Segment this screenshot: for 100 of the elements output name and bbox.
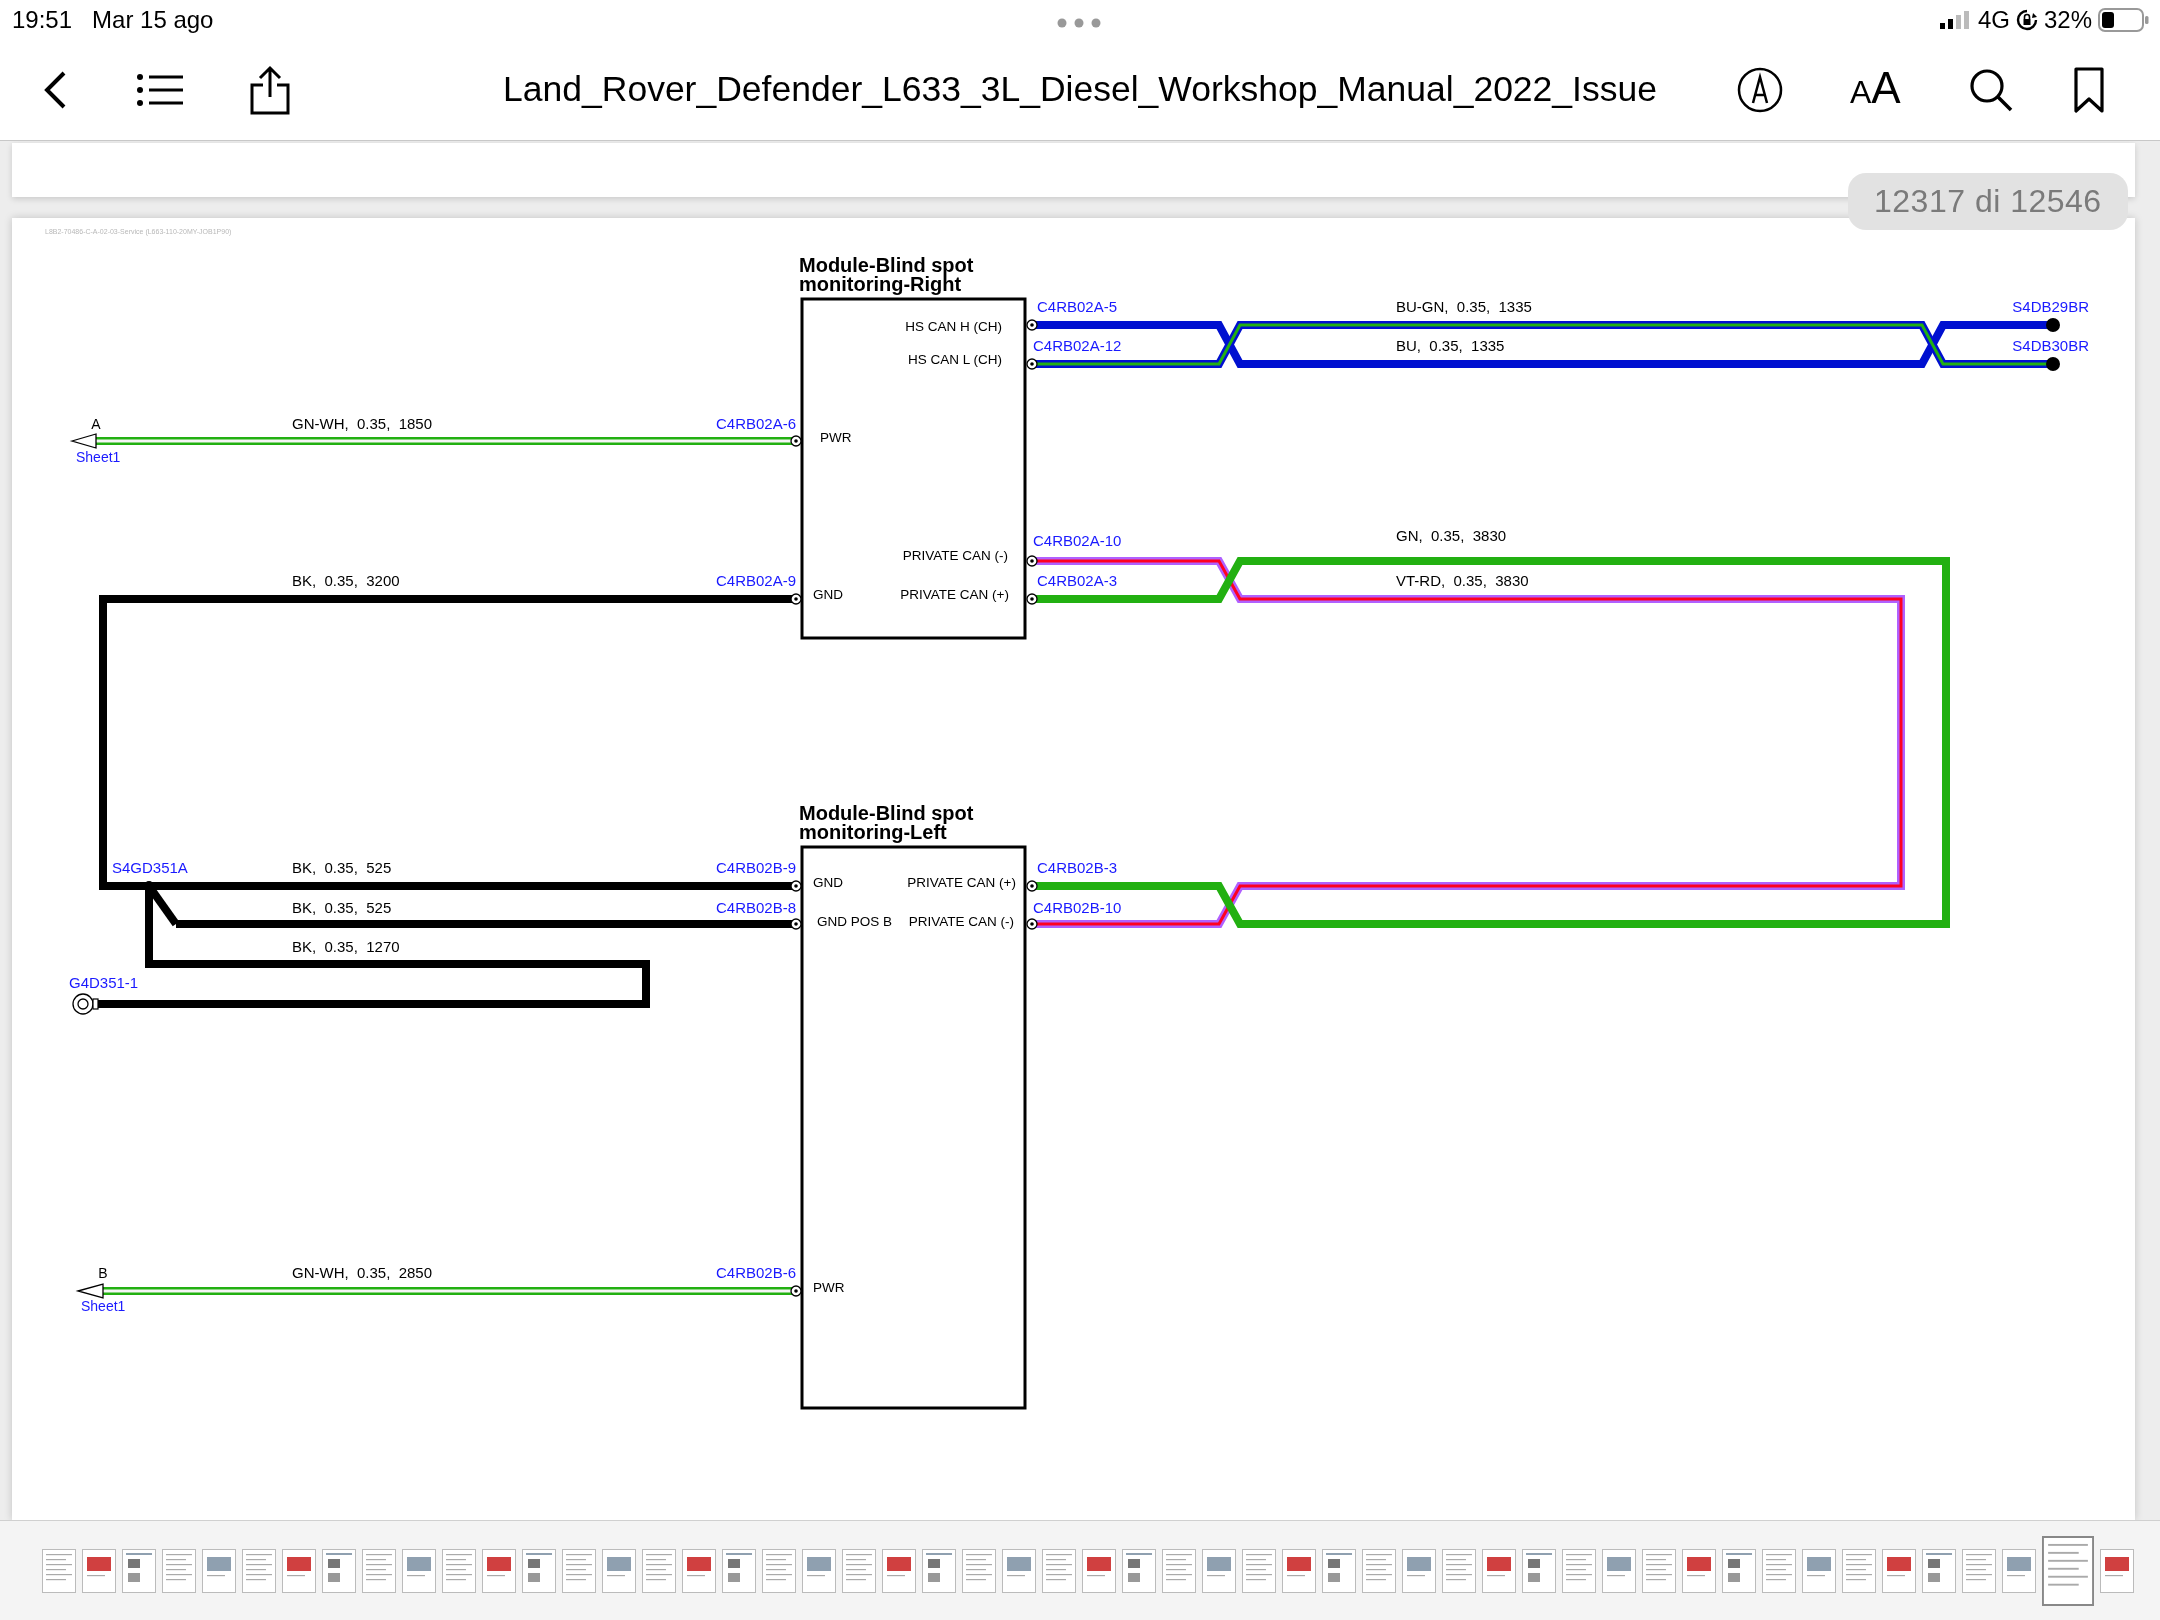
text-size-button[interactable]: AA [1848, 62, 1903, 115]
off-page-letter: A [91, 416, 101, 432]
page-thumbnail[interactable] [1282, 1548, 1316, 1593]
battery-percent: 32% [2043, 6, 2092, 34]
connector-terminal [790, 1285, 802, 1297]
off-page-letter: B [98, 1265, 108, 1281]
module-title: Module-Blind spot monitoring-Right [799, 256, 975, 294]
splice-label[interactable]: S4DB30BR [2012, 337, 2089, 354]
page-thumbnail[interactable] [1722, 1548, 1756, 1593]
page-thumbnail[interactable] [1442, 1548, 1476, 1593]
splice-label[interactable]: S4DB29BR [2012, 298, 2089, 315]
page-thumbnail[interactable] [1322, 1548, 1356, 1593]
page-thumbnail[interactable] [522, 1548, 556, 1593]
page-thumbnail[interactable] [2042, 1535, 2094, 1606]
connector-label[interactable]: C4RB02A-10 [1033, 532, 1122, 549]
page-thumbnail[interactable] [162, 1548, 196, 1593]
page-thumbnail[interactable] [1562, 1548, 1596, 1593]
page-thumbnail[interactable] [562, 1548, 596, 1593]
share-icon[interactable] [249, 65, 291, 115]
wire-label: BK, 0.35, 525 [292, 859, 392, 876]
connector-label[interactable]: C4RB02A-6 [715, 415, 796, 432]
page-thumbnail[interactable] [362, 1548, 396, 1593]
connector-label[interactable]: C4RB02B-9 [715, 859, 796, 876]
page-thumbnail[interactable] [1002, 1548, 1036, 1593]
page-thumbnail[interactable] [1762, 1548, 1796, 1593]
page-thumbnail[interactable] [1042, 1548, 1076, 1593]
page-thumbnail[interactable] [882, 1548, 916, 1593]
page-thumbnail[interactable] [2002, 1548, 2036, 1593]
page-thumbnail[interactable] [1362, 1548, 1396, 1593]
page-thumbnail[interactable] [1122, 1548, 1156, 1593]
page-thumbnail[interactable] [1402, 1548, 1436, 1593]
back-icon[interactable] [42, 70, 68, 110]
page-thumbnail[interactable] [1842, 1548, 1876, 1593]
connector-terminal [1026, 555, 1038, 567]
connector-label[interactable]: C4RB02B-10 [1033, 899, 1122, 916]
page-thumbnail[interactable] [122, 1548, 156, 1593]
page-thumbnail[interactable] [1202, 1548, 1236, 1593]
pin-label: HS CAN H (CH) [905, 319, 1002, 334]
page-thumbnail[interactable] [682, 1548, 716, 1593]
splice-label[interactable]: S4GD351A [112, 859, 188, 876]
page-thumbnail[interactable] [242, 1548, 276, 1593]
page-thumbnail[interactable] [1522, 1548, 1556, 1593]
bookmark-icon[interactable] [2073, 66, 2105, 114]
page-thumbnail[interactable] [322, 1548, 356, 1593]
page-thumbnail[interactable] [82, 1548, 116, 1593]
pin-label: PRIVATE CAN (+) [907, 875, 1016, 890]
connector-label[interactable]: C4RB02B-8 [715, 899, 796, 916]
page-thumbnail[interactable] [762, 1548, 796, 1593]
connector-label[interactable]: C4RB02B-6 [715, 1264, 796, 1281]
page-thumbnail[interactable] [722, 1548, 756, 1593]
connector-label[interactable]: C4RB02A-5 [1037, 298, 1118, 315]
wire-label: GN-WH, 0.35, 1850 [292, 415, 433, 432]
page-thumbnail[interactable] [1602, 1548, 1636, 1593]
page-thumbnail[interactable] [42, 1548, 76, 1593]
pin-label: PWR [813, 1280, 845, 1295]
page-counter: 12317 di 12546 [1848, 173, 2128, 230]
list-icon[interactable] [137, 74, 183, 106]
page-thumbnail[interactable] [1482, 1548, 1516, 1593]
connector-label[interactable]: C4RB02A-3 [1037, 572, 1118, 589]
pen-icon[interactable] [1737, 67, 1783, 113]
page-thumbnail[interactable] [602, 1548, 636, 1593]
page-thumbnail[interactable] [1642, 1548, 1676, 1593]
page-thumbnail[interactable] [1682, 1548, 1716, 1593]
page-thumbnail[interactable] [482, 1548, 516, 1593]
sheet-link[interactable]: Sheet1 [81, 1298, 126, 1314]
page-thumbnail[interactable] [922, 1548, 956, 1593]
off-page-arrow [69, 433, 97, 449]
signal-icon [1939, 11, 1972, 29]
connector-label[interactable]: C4RB02A-12 [1033, 337, 1122, 354]
page-thumbnail[interactable] [1162, 1548, 1196, 1593]
page-thumbnail[interactable] [442, 1548, 476, 1593]
page-thumbnail[interactable] [1242, 1548, 1276, 1593]
module-title: Module-Blind spot monitoring-Left [799, 804, 975, 842]
page-thumbnail[interactable] [202, 1548, 236, 1593]
page-thumbnail[interactable] [962, 1548, 996, 1593]
connector-label[interactable]: C4RB02A-9 [715, 572, 796, 589]
page-thumbnail[interactable] [1082, 1548, 1116, 1593]
page-thumbnail[interactable] [2100, 1548, 2134, 1593]
search-icon[interactable] [1968, 67, 2014, 113]
connector-terminal [1026, 319, 1038, 331]
page-thumbnail[interactable] [1962, 1548, 1996, 1593]
pin-label: GND [813, 875, 843, 890]
page-thumbnail[interactable] [1802, 1548, 1836, 1593]
page-thumbnail[interactable] [282, 1548, 316, 1593]
multitask-dots-icon[interactable] [1057, 18, 1101, 28]
connector-terminal [1026, 593, 1038, 605]
ground-label[interactable]: G4D351-1 [69, 974, 139, 991]
splice-dot [2046, 318, 2060, 332]
wire-label: BU-GN, 0.35, 1335 [1396, 298, 1532, 315]
connector-label[interactable]: C4RB02B-3 [1037, 859, 1118, 876]
connector-terminal [790, 918, 802, 930]
connector-terminal [790, 593, 802, 605]
page-thumbnail[interactable] [842, 1548, 876, 1593]
page-thumbnail[interactable] [642, 1548, 676, 1593]
page-thumbnail[interactable] [802, 1548, 836, 1593]
page-thumbnail[interactable] [402, 1548, 436, 1593]
page-thumbnail[interactable] [1882, 1548, 1916, 1593]
pin-label: GND POS B [817, 914, 892, 929]
sheet-link[interactable]: Sheet1 [76, 449, 121, 465]
page-thumbnail[interactable] [1922, 1548, 1956, 1593]
